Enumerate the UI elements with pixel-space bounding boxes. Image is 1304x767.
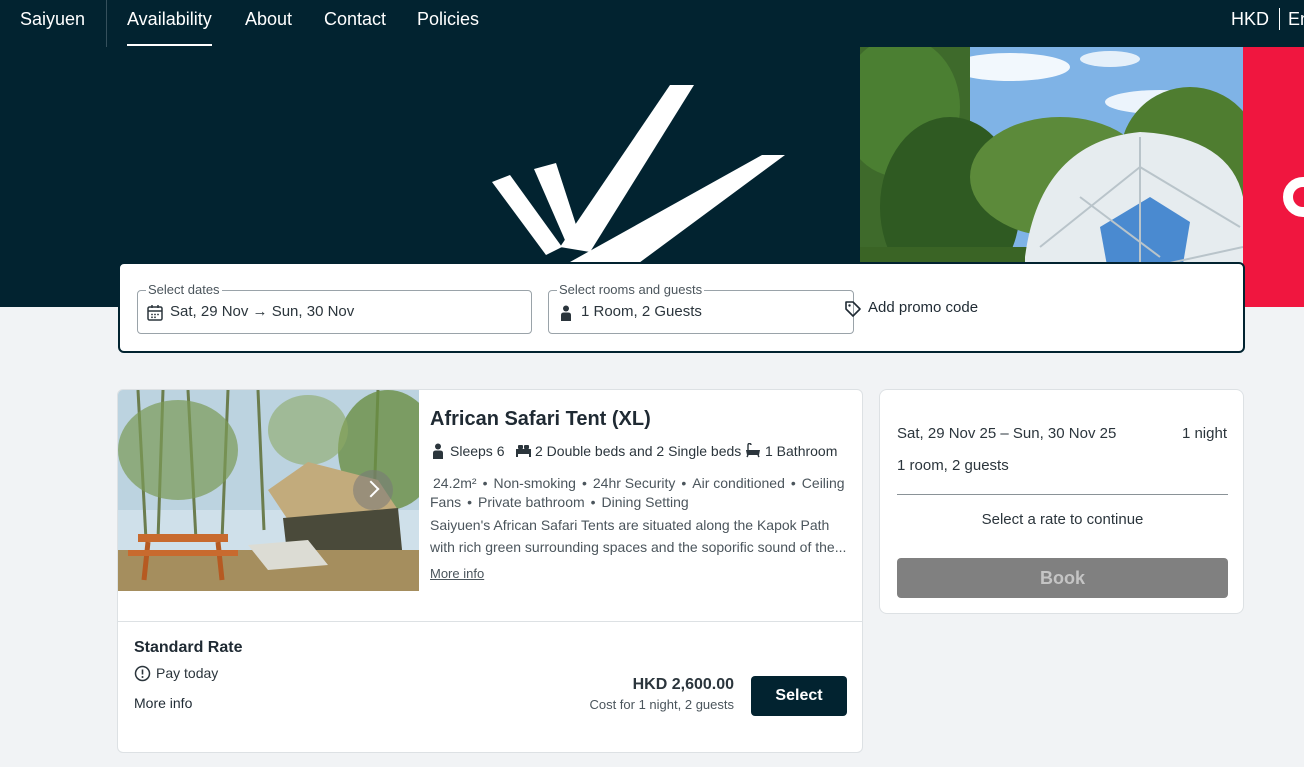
search-panel: Select dates Sat, 29 Nov → Sun, 30 Nov S… xyxy=(118,262,1245,353)
amenity-item: 24hr Security xyxy=(592,475,676,491)
amenity-item: Private bathroom xyxy=(478,494,585,510)
chevron-right-icon[interactable] xyxy=(353,470,393,510)
rate-divider xyxy=(118,621,862,622)
dates-field[interactable]: Select dates Sat, 29 Nov → Sun, 30 Nov xyxy=(137,282,532,334)
amenity-item: Dining Setting xyxy=(601,494,689,510)
rate-name: Standard Rate xyxy=(134,639,243,656)
rate-price-note: Cost for 1 night, 2 guests xyxy=(589,697,734,712)
room-beds-text: 2 Double beds and 2 Single beds xyxy=(535,443,742,459)
room-photo[interactable] xyxy=(118,390,419,591)
hero-red-panel xyxy=(1243,47,1304,307)
brand-logo xyxy=(492,85,785,277)
summary-prompt: Select a rate to continue xyxy=(981,511,1144,528)
nav-link-availability[interactable]: Availability xyxy=(127,9,212,46)
rooms-guests-field-value: 1 Room, 2 Guests xyxy=(581,303,702,320)
rate-pay-today: Pay today xyxy=(156,665,219,681)
room-card: African Safari Tent (XL) Sleeps 6 2 Doub… xyxy=(117,389,863,753)
add-promo-code-link[interactable]: Add promo code xyxy=(845,299,979,317)
info-circle-icon xyxy=(134,665,151,682)
room-beds: 2 Double beds and 2 Single beds xyxy=(515,443,741,459)
summary-nights: 1 night xyxy=(1181,425,1227,442)
dates-field-label: Select dates xyxy=(146,282,222,297)
rooms-guests-field[interactable]: Select rooms and guests 1 Room, 2 Guests xyxy=(548,282,854,334)
language-selector[interactable]: En xyxy=(1288,9,1304,30)
calendar-icon xyxy=(147,305,163,321)
top-nav: Saiyuen Availability About Contact Polic… xyxy=(0,0,1304,47)
summary-divider xyxy=(897,494,1228,495)
nav-link-about[interactable]: About xyxy=(245,9,292,30)
bathtub-icon xyxy=(746,443,760,458)
nav-right-divider xyxy=(1279,8,1280,30)
currency-selector[interactable]: HKD xyxy=(1231,9,1269,30)
dates-field-value: Sat, 29 Nov → Sun, 30 Nov xyxy=(170,303,355,320)
room-sleeps: Sleeps 6 xyxy=(431,443,504,459)
add-promo-code-label: Add promo code xyxy=(868,299,979,316)
summary-guests: 1 room, 2 guests xyxy=(897,457,1009,474)
book-button[interactable]: Book xyxy=(897,558,1228,598)
amenity-item: Non-smoking xyxy=(493,475,576,491)
summary-dates: Sat, 29 Nov 25 – Sun, 30 Nov 25 xyxy=(897,425,1117,442)
amenity-item: 24.2m² xyxy=(433,475,477,491)
booking-summary: Sat, 29 Nov 25 – Sun, 30 Nov 25 1 night … xyxy=(879,389,1244,614)
amenity-item: Air conditioned xyxy=(692,475,785,491)
hero-red-logo-mark xyxy=(1283,177,1304,217)
bed-icon xyxy=(516,445,531,457)
brand-name[interactable]: Saiyuen xyxy=(20,9,85,30)
nav-link-policies[interactable]: Policies xyxy=(417,9,479,30)
tag-icon xyxy=(845,301,861,317)
nav-link-contact[interactable]: Contact xyxy=(324,9,386,30)
room-title[interactable]: African Safari Tent (XL) xyxy=(430,408,651,431)
rate-more-info-link[interactable]: More info xyxy=(134,695,192,711)
person-icon xyxy=(433,443,443,459)
rate-price: HKD 2,600.00 xyxy=(632,676,734,693)
room-more-info-link[interactable]: More info xyxy=(430,566,484,581)
person-icon xyxy=(561,305,571,321)
select-rate-button[interactable]: Select xyxy=(751,676,847,716)
nav-divider xyxy=(106,0,107,47)
room-description: Saiyuen's African Safari Tents are situa… xyxy=(430,517,847,555)
rooms-guests-field-label: Select rooms and guests xyxy=(557,282,705,297)
room-amenities: 24.2m² • Non-smoking • 24hr Security • Air con… xyxy=(430,475,845,510)
room-bathroom: 1 Bathroom xyxy=(745,443,837,459)
